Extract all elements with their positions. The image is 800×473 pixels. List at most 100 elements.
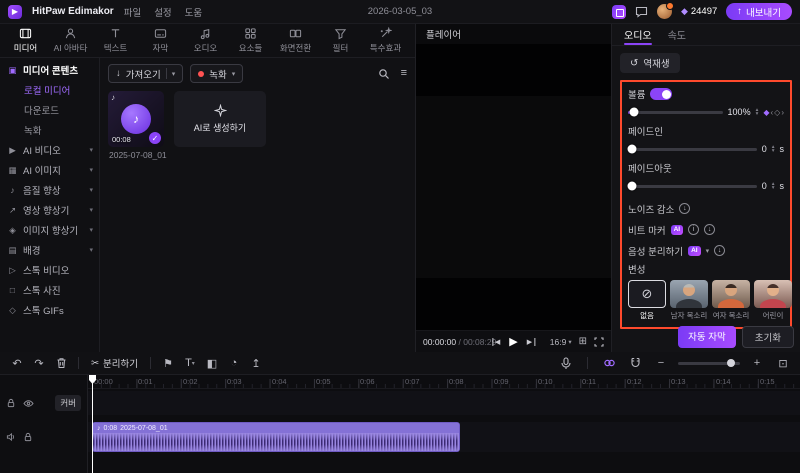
lock-icon[interactable] (6, 398, 16, 408)
delete-button[interactable] (52, 354, 70, 372)
voice-option-child[interactable]: 어린이 (754, 280, 792, 321)
voice-option-none[interactable]: ⊘ 없음 (628, 280, 666, 321)
voice-option-female[interactable]: 여자 목소리 (712, 280, 750, 321)
aspect-ratio-select[interactable]: 16:9 ▾ (550, 337, 572, 347)
chevron-down-icon[interactable]: ▾ (706, 247, 710, 255)
eye-icon[interactable] (23, 399, 34, 408)
audio-clip[interactable]: ♪ 0:08 2025-07-08_01 (92, 422, 460, 452)
sidebar-item-stock-video[interactable]: ▷ 스톡 비디오 (0, 260, 99, 280)
zoom-out-button[interactable]: − (652, 354, 670, 372)
import-button[interactable]: ↓ 가져오기 ▾ (108, 64, 184, 83)
tab-media[interactable]: 미디어 (3, 24, 48, 57)
tab-transitions[interactable]: 화면전환 (273, 24, 318, 57)
fade-in-slider-knob[interactable] (627, 144, 637, 154)
fade-out-stepper[interactable]: ▴ ▾ (772, 181, 775, 191)
snapshot-button[interactable]: ↥ (247, 354, 265, 372)
menu-file[interactable]: 파일 (124, 5, 141, 19)
tab-subtitle[interactable]: 자막 (138, 24, 183, 57)
record-button[interactable]: 녹화 ▾ (190, 64, 244, 83)
media-item-audio-thumbnail[interactable]: ♪ ♪ 00:08 ✓ (108, 91, 164, 147)
noise-reduction-row[interactable]: 노이즈 감소 ↓ (628, 198, 784, 219)
promo-icon[interactable] (611, 4, 626, 19)
child-voice-tile[interactable] (754, 280, 792, 308)
timeline-ruler[interactable]: 00:00 0:01 0:02 0:03 0:04 0:05 0:06 0:07… (88, 375, 800, 389)
tab-ai-avatar[interactable]: AI 아바타 (48, 24, 93, 57)
speaker-icon[interactable] (6, 432, 16, 442)
tab-text[interactable]: 텍스트 (93, 24, 138, 57)
download-icon[interactable]: ↓ (704, 224, 716, 235)
link-clips-button[interactable] (600, 354, 618, 372)
search-icon[interactable] (378, 68, 390, 80)
no-voice-tile[interactable]: ⊘ (628, 280, 666, 308)
keyframe-add-icon[interactable]: ◇ (774, 108, 780, 117)
volume-slider-knob[interactable] (629, 107, 639, 117)
tab-elements[interactable]: 요소들 (228, 24, 273, 57)
beat-marker-row[interactable]: 비트 마커 AI i ↓ (628, 219, 784, 240)
play-button[interactable]: ▶ (509, 335, 517, 348)
playhead[interactable] (92, 375, 93, 473)
fade-in-slider[interactable] (627, 144, 757, 154)
ai-generate-card[interactable]: AI로 생성하기 (174, 91, 266, 147)
download-icon[interactable]: ↓ (679, 203, 691, 214)
stepper-down-icon[interactable]: ▾ (772, 149, 775, 154)
player-tab[interactable]: 플레이어 (416, 24, 611, 44)
sidebar-item-downloads[interactable]: 다운로드 (0, 100, 99, 120)
tab-filters[interactable]: 필터 (318, 24, 363, 57)
text-tool-button[interactable]: T ▾ (181, 354, 199, 372)
tab-audio-settings[interactable]: 오디오 (624, 24, 652, 45)
sidebar-item-stock-photo[interactable]: □ 스톡 사진 (0, 280, 99, 300)
avatar[interactable] (656, 2, 674, 19)
sidebar-item-ai-video[interactable]: ▶ AI 비디오 ▾ (0, 140, 99, 160)
split-button[interactable]: ✂ 분리하기 (87, 356, 142, 371)
female-voice-tile[interactable] (712, 280, 750, 308)
sidebar-item-record[interactable]: 녹화 (0, 120, 99, 140)
keyframe-diamond-icon[interactable]: ◆ (763, 108, 769, 117)
grid-icon[interactable]: ⊞ (579, 336, 587, 347)
message-icon[interactable] (635, 5, 648, 18)
magnet-snap-button[interactable] (626, 354, 644, 372)
credits-counter[interactable]: ◆ 24497 (681, 6, 717, 17)
download-icon[interactable]: ↓ (714, 245, 726, 256)
fullscreen-icon[interactable] (594, 336, 604, 347)
timeline-zoom-slider[interactable] (678, 359, 740, 367)
preview-screen[interactable] (416, 44, 611, 330)
sidebar-item-stock-gifs[interactable]: ◇ 스톡 GIFs (0, 300, 99, 320)
voiceover-mic-button[interactable] (557, 354, 575, 372)
fade-out-slider-knob[interactable] (627, 181, 637, 191)
auto-subtitle-button[interactable]: 자동 자막 (678, 326, 736, 348)
voice-separation-row[interactable]: 음성 분리하기 AI ▾ ↓ (628, 240, 784, 261)
menu-settings[interactable]: 설정 (154, 5, 171, 19)
sort-icon[interactable]: ≡ (401, 68, 407, 79)
male-voice-tile[interactable] (670, 280, 708, 308)
zoom-in-button[interactable]: + (748, 354, 766, 372)
fade-in-stepper[interactable]: ▴ ▾ (772, 144, 775, 154)
sidebar-section-media-content[interactable]: ▣ 미디어 콘텐츠 (0, 60, 99, 80)
reset-button[interactable]: 초기화 (741, 326, 794, 348)
mask-button[interactable]: ◧ (203, 354, 221, 372)
sidebar-item-audio-enhance[interactable]: ♪ 음질 향상 ▾ (0, 180, 99, 200)
speed-button[interactable]: ◔ (225, 354, 243, 372)
export-button[interactable]: ↑ 내보내기 (726, 3, 792, 20)
menu-help[interactable]: 도움 (185, 5, 202, 19)
next-frame-button[interactable]: ▶ (527, 337, 536, 346)
tab-effects[interactable]: 특수효과 (363, 24, 408, 57)
sidebar-item-local-media[interactable]: 로컬 미디어 (0, 80, 99, 100)
fade-out-slider[interactable] (627, 181, 757, 191)
undo-button[interactable]: ↶ (8, 354, 26, 372)
stepper-down-icon[interactable]: ▾ (756, 112, 759, 117)
sidebar-item-background[interactable]: ▤ 배경 ▾ (0, 240, 99, 260)
marker-button[interactable]: ⚑ (159, 354, 177, 372)
volume-toggle[interactable] (650, 88, 673, 100)
tab-speed-settings[interactable]: 속도 (668, 24, 686, 45)
stepper-down-icon[interactable]: ▾ (772, 186, 775, 191)
zoom-slider-knob[interactable] (727, 359, 736, 367)
sidebar-item-video-enhancer[interactable]: ↗ 영상 향상기 ▾ (0, 200, 99, 220)
reverse-playback-button[interactable]: ↺ 역재생 (620, 53, 680, 73)
volume-slider[interactable] (628, 107, 723, 117)
keyframe-next-icon[interactable]: › (781, 108, 784, 117)
volume-stepper[interactable]: ▴ ▾ (756, 107, 759, 117)
fit-timeline-button[interactable]: ⊡ (774, 354, 792, 372)
tab-audio[interactable]: 오디오 (183, 24, 228, 57)
keyframe-prev-icon[interactable]: ‹ (771, 108, 774, 117)
sidebar-item-image-enhancer[interactable]: ◈ 이미지 향상기 ▾ (0, 220, 99, 240)
